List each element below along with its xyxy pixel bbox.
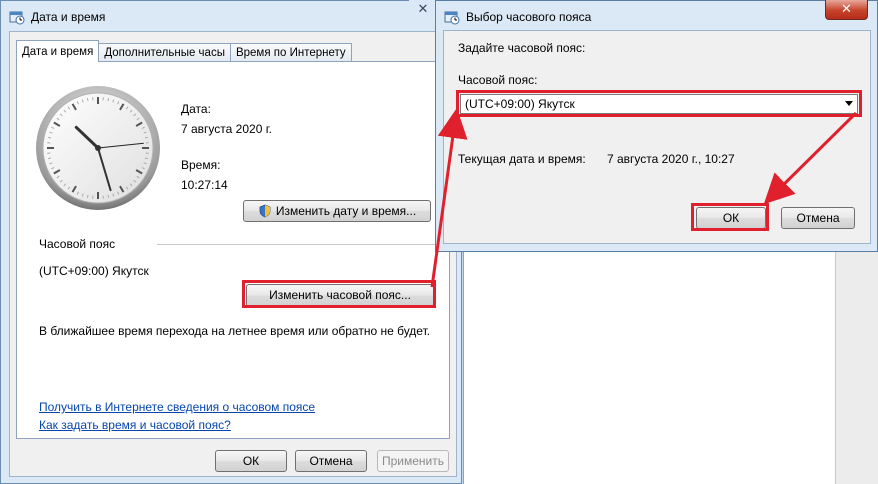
- highlight-dialog-ok: [691, 203, 769, 231]
- dialog-close-button[interactable]: ✕: [825, 0, 868, 20]
- main-close-button[interactable]: ✕: [409, 0, 437, 20]
- main-apply-button[interactable]: Применить: [377, 450, 449, 472]
- date-value: 7 августа 2020 г.: [181, 122, 272, 136]
- timezone-dialog-title: Выбор часового пояса: [466, 10, 592, 24]
- timezone-group-label: Часовой пояс: [39, 237, 116, 251]
- clock-tick: [144, 157, 148, 160]
- clock-tick: [107, 194, 110, 198]
- datetime-window: Дата и время ✕ Дата и время Дополнительн…: [0, 0, 462, 484]
- clock-tick: [144, 136, 148, 139]
- analog-clock: [36, 86, 160, 210]
- timezone-dialog-client: Задайте часовой пояс: Часовой пояс: (UTC…: [443, 30, 871, 244]
- clock-tick: [107, 98, 110, 102]
- current-datetime-label: Текущая дата и время:: [458, 152, 586, 166]
- tab-panel: Дата: 7 августа 2020 г. Время: 10:27:14 …: [16, 61, 450, 439]
- change-datetime-label: Изменить дату и время...: [275, 204, 417, 218]
- timezone-value: (UTC+09:00) Якутск: [39, 264, 149, 278]
- date-label: Дата:: [181, 102, 211, 116]
- howto-set-time-link[interactable]: Как задать время и часовой пояс?: [39, 418, 231, 432]
- datetime-window-title: Дата и время: [31, 10, 106, 24]
- main-ok-button[interactable]: ОК: [215, 450, 287, 472]
- clock-tick: [86, 98, 89, 102]
- background-window-panel: [463, 240, 836, 484]
- highlight-change-timezone: [242, 280, 436, 308]
- clock-tick: [48, 157, 52, 160]
- highlight-timezone-select: [456, 90, 862, 117]
- time-value: 10:27:14: [181, 178, 228, 192]
- timezone-field-label: Часовой пояс:: [458, 73, 538, 87]
- tab-additional-clocks[interactable]: Дополнительные часы: [98, 43, 231, 62]
- dst-note: В ближайшее время перехода на летнее вре…: [39, 324, 431, 338]
- tab-strip: Дата и время Дополнительные часы Время п…: [16, 40, 352, 62]
- change-datetime-button[interactable]: Изменить дату и время...: [243, 200, 431, 222]
- timezone-dialog-titlebar: Выбор часового пояса: [444, 7, 591, 27]
- clock-window-icon: [444, 9, 460, 25]
- datetime-client: Дата и время Дополнительные часы Время п…: [9, 31, 457, 477]
- timezone-online-info-link[interactable]: Получить в Интернете сведения о часовом …: [39, 400, 315, 414]
- background-window-scroll: [835, 240, 878, 484]
- timezone-prompt: Задайте часовой пояс:: [458, 41, 586, 55]
- main-cancel-button[interactable]: Отмена: [295, 450, 367, 472]
- dialog-cancel-button[interactable]: Отмена: [781, 207, 855, 229]
- tab-internet-time[interactable]: Время по Интернету: [229, 43, 352, 62]
- clock-window-icon: [9, 9, 25, 25]
- timezone-separator: [157, 244, 437, 245]
- datetime-window-titlebar: Дата и время: [9, 7, 105, 27]
- timezone-dialog: Выбор часового пояса ✕ Задайте часовой п…: [435, 0, 878, 252]
- clock-tick: [86, 194, 89, 198]
- tab-date-time[interactable]: Дата и время: [16, 40, 100, 62]
- uac-shield-icon: [258, 204, 272, 224]
- clock-tick: [48, 136, 52, 139]
- time-label: Время:: [181, 158, 221, 172]
- current-datetime-value: 7 августа 2020 г., 10:27: [607, 152, 735, 166]
